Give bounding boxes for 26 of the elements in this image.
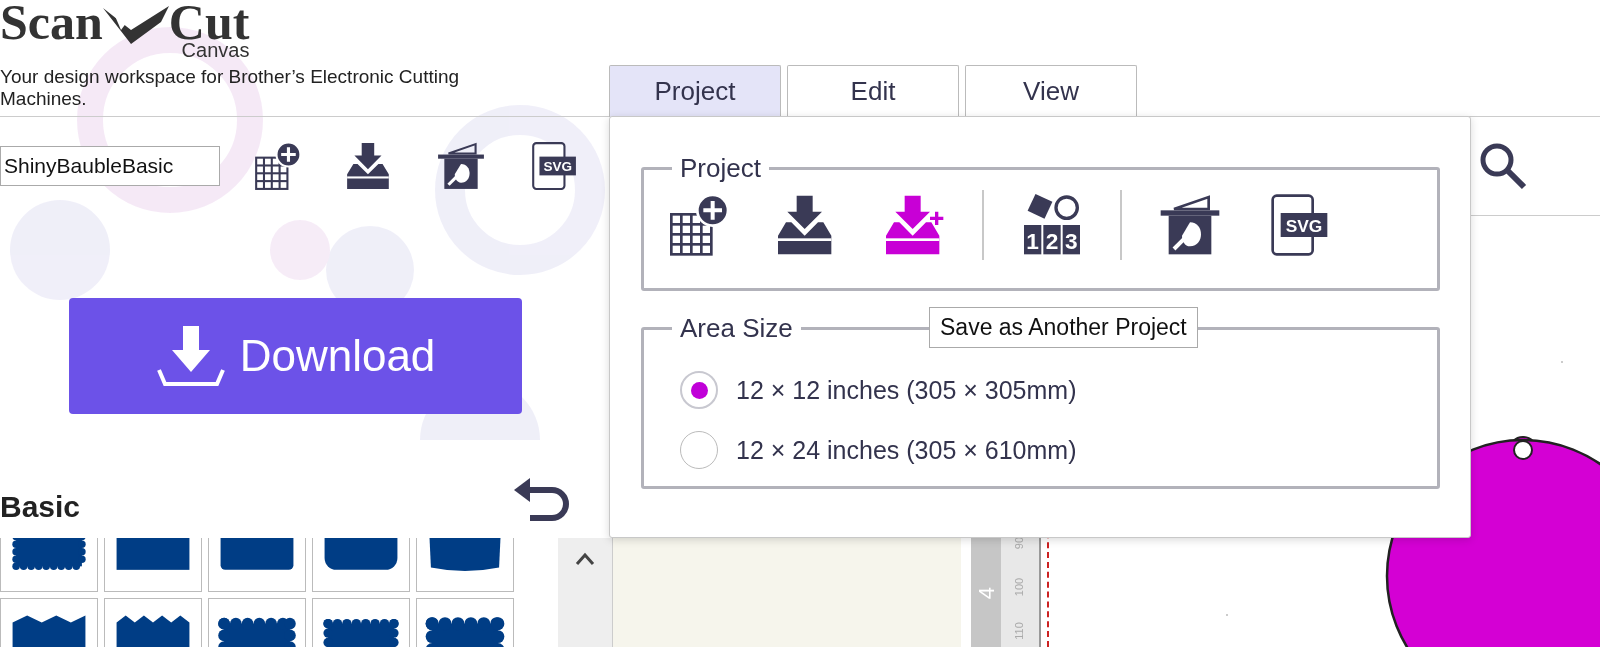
tagline-text: Your design workspace for Brother’s Electronic Cutting Machines. xyxy=(0,66,461,110)
ruler-label: 4 xyxy=(974,586,998,600)
group-legend: Project xyxy=(672,153,769,184)
scanner-icon[interactable] xyxy=(1158,193,1222,257)
tooltip: Save as Another Project xyxy=(929,307,1198,348)
group-legend: Area Size xyxy=(672,313,801,344)
ruler-label: 110 xyxy=(1013,622,1026,640)
ruler-label: 100 xyxy=(1013,577,1026,597)
grid-plus-icon[interactable] xyxy=(252,141,302,191)
category-title: Basic xyxy=(0,490,81,524)
download-button[interactable]: Download xyxy=(69,298,522,414)
menu-tab[interactable]: Edit xyxy=(787,65,959,117)
radio-button[interactable] xyxy=(680,431,718,469)
area-size-option[interactable]: 12 × 12 inches (305 × 305mm) xyxy=(736,375,1077,405)
logo-text: Scan xyxy=(0,0,103,44)
scroll-up-icon[interactable] xyxy=(575,552,595,566)
undo-icon[interactable] xyxy=(512,476,572,524)
project-name-field[interactable]: ShinyBaubleBasic xyxy=(0,146,220,186)
menu-tab[interactable]: View xyxy=(965,65,1137,117)
menu-tab[interactable]: Project xyxy=(609,65,781,117)
scanner-icon[interactable] xyxy=(436,141,486,191)
download-icon xyxy=(155,324,226,388)
search-icon[interactable] xyxy=(1478,142,1528,190)
area-size-option[interactable]: 12 × 24 inches (305 × 610mm) xyxy=(736,435,1077,465)
download-label: Download xyxy=(239,331,436,381)
radio-button[interactable] xyxy=(680,371,718,409)
